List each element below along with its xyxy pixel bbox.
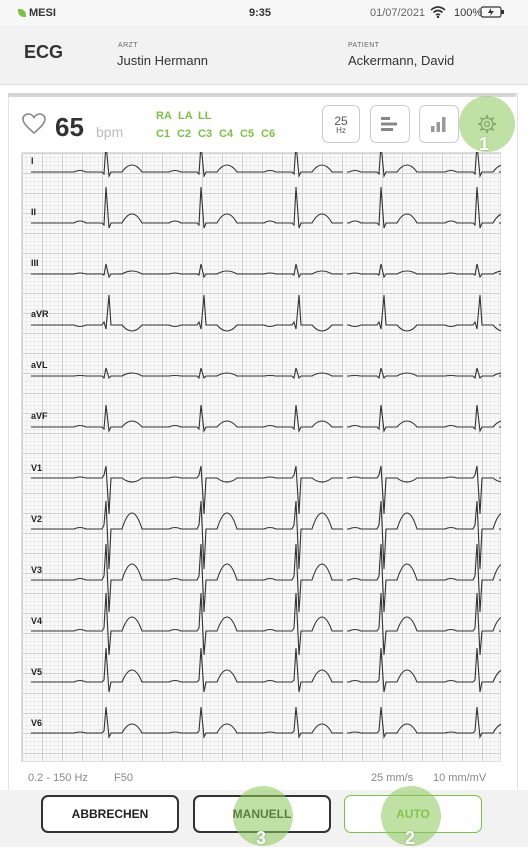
- bars-horizontal-icon: [381, 117, 397, 131]
- filter-button[interactable]: 25 Hz: [322, 105, 360, 143]
- layout-button[interactable]: [370, 105, 410, 143]
- ecg-trace-ii-b: [347, 186, 501, 229]
- ecg-trace-avl-a: [31, 367, 343, 380]
- ecg-trace-v6-b: [347, 706, 501, 739]
- lead-label-avr: aVR: [31, 309, 49, 319]
- ecg-trace-v4-a: [31, 592, 343, 656]
- lead-label-v6: V6: [31, 718, 43, 728]
- ecg-trace-v5-a: [31, 647, 343, 693]
- app-header: ECG ARZT Justin Hermann PATIENT Ackerman…: [0, 26, 528, 85]
- ecg-trace-v6-a: [31, 706, 343, 739]
- signal-bars-icon: [431, 117, 446, 132]
- bandwidth-info: 0.2 - 150 Hz: [28, 772, 88, 784]
- lead-label-avf: aVF: [31, 411, 48, 421]
- lead-label-v3: V3: [31, 565, 43, 575]
- callout-number-2: 2: [405, 828, 416, 848]
- battery-charging-icon: [480, 6, 504, 18]
- ecg-trace-ii-a: [31, 186, 343, 229]
- ecg-trace-avr-a: [31, 294, 343, 332]
- status-bar: MESI 9:35 01/07/2021 100%: [0, 0, 528, 26]
- patient-label: PATIENT: [348, 42, 380, 49]
- date: 01/07/2021: [370, 7, 426, 19]
- ecg-trace-i-b: [347, 152, 501, 178]
- ecg-traces: [31, 152, 501, 739]
- electrode-c6: C6: [261, 128, 276, 140]
- lead-label-ii: II: [31, 207, 37, 217]
- lead-label-iii: III: [31, 258, 39, 268]
- ecg-trace-v1-b: [347, 465, 501, 515]
- ecg-trace-iii-a: [31, 263, 343, 279]
- brand-logo: MESI: [18, 7, 56, 19]
- doctor-label: ARZT: [118, 42, 138, 49]
- panel-top-divider: [8, 93, 516, 97]
- electrode-c4: C4: [219, 128, 234, 140]
- clock: 9:35: [249, 7, 272, 19]
- ecg-trace-iii-b: [347, 263, 501, 279]
- electrode-c2: C2: [177, 128, 192, 140]
- battery-level: 100%: [454, 7, 483, 19]
- gain-info: 10 mm/mV: [433, 772, 487, 784]
- filter-unit: Hz: [336, 125, 346, 135]
- ecg-trace-avl-b: [347, 367, 501, 380]
- speed-info: 25 mm/s: [371, 772, 414, 784]
- lead-label-v4: V4: [31, 616, 43, 626]
- electrode-ll: LL: [198, 110, 212, 122]
- heart-rate-unit: bpm: [96, 124, 124, 140]
- leaf-icon: [18, 9, 26, 17]
- ecg-trace-avf-b: [347, 404, 501, 433]
- electrode-ra: RA: [156, 110, 172, 122]
- ecg-trace-avr-b: [347, 294, 501, 332]
- ecg-trace-v5-b: [347, 647, 501, 693]
- lead-label-v1: V1: [31, 463, 43, 473]
- electrode-c5: C5: [240, 128, 255, 140]
- callout-number-1: 1: [479, 134, 490, 154]
- electrode-la: LA: [178, 110, 193, 122]
- patient-name: Ackermann, David: [348, 53, 455, 68]
- lead-label-v5: V5: [31, 667, 43, 677]
- heart-icon: [22, 113, 46, 135]
- page-title: ECG: [24, 42, 64, 62]
- wifi-icon: [430, 6, 446, 18]
- cancel-button[interactable]: ABBRECHEN: [41, 795, 179, 833]
- ecg-trace-avf-a: [31, 404, 343, 433]
- filter-info: F50: [114, 772, 133, 784]
- brand-name: MESI: [29, 7, 56, 19]
- lead-label-avl: aVL: [31, 360, 48, 370]
- heart-rate-value: 65: [55, 112, 84, 142]
- signal-quality-button[interactable]: [419, 105, 459, 143]
- lead-label-v2: V2: [31, 514, 43, 524]
- ecg-trace-i-a: [31, 152, 343, 178]
- doctor-name: Justin Hermann: [117, 53, 209, 68]
- callout-number-3: 3: [256, 828, 267, 848]
- electrode-c3: C3: [198, 128, 213, 140]
- lead-label-i: I: [31, 156, 34, 166]
- electrode-c1: C1: [156, 128, 171, 140]
- ecg-trace-v4-b: [347, 592, 501, 656]
